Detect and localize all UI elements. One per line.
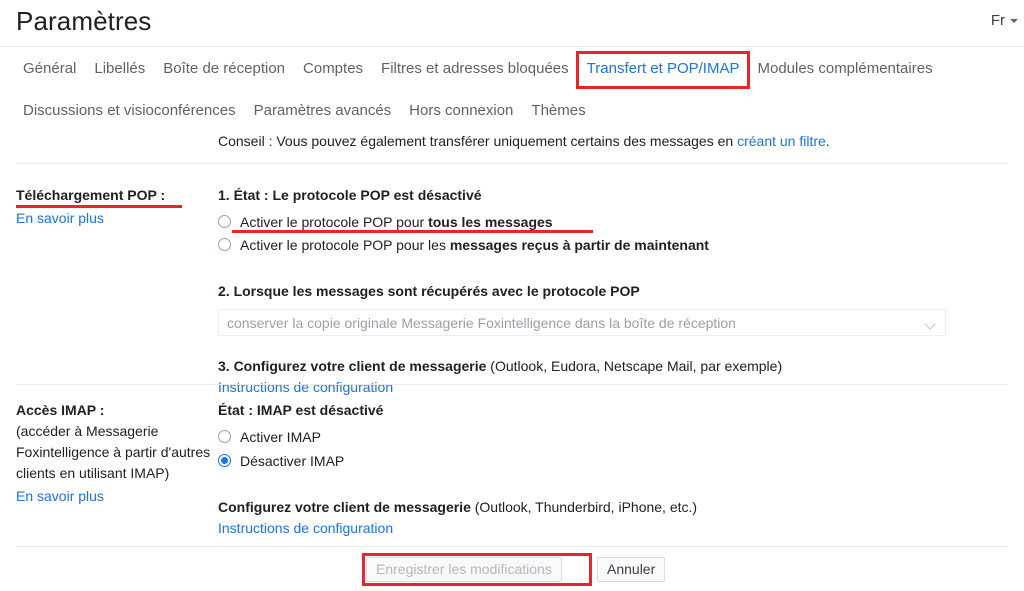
pop-status-line: 1. État : Le protocole POP est désactivé — [218, 185, 1008, 205]
pop-option1-prefix: Activer le protocole POP pour — [240, 213, 429, 230]
pop-step3-link-row: Instructions de configuration — [218, 379, 1008, 395]
imap-section-title: Accès IMAP : — [16, 402, 105, 418]
pop-download-section: Téléchargement POP : En savoir plus 1. É… — [0, 175, 1024, 395]
annotation-underline-pop-title — [16, 205, 182, 208]
chevron-down-icon — [1010, 18, 1018, 23]
pop-option-from-now-radio[interactable] — [218, 238, 231, 251]
tab-boite-de-reception[interactable]: Boîte de réception — [154, 56, 294, 81]
pop-option2-bold: messages reçus à partir de maintenant — [449, 236, 709, 253]
imap-learn-more-link[interactable]: En savoir plus — [16, 488, 104, 504]
pop-option-all-messages-label: Activer le protocole POP pour tous les m… — [240, 214, 553, 230]
pop-option-from-now-label: Activer le protocole POP pour les messag… — [240, 237, 709, 253]
pop-section-label: Téléchargement POP : En savoir plus — [16, 185, 212, 229]
imap-disable-radio[interactable] — [218, 454, 231, 467]
forwarding-tip-row: Conseil : Vous pouvez également transfér… — [0, 131, 1024, 163]
imap-disable-row[interactable]: Désactiver IMAP — [218, 450, 1008, 471]
pop-step2-title: 2. Lorsque les messages sont récupérés a… — [218, 283, 640, 299]
tab-wrap-general: Général — [14, 59, 85, 79]
annotation-box-transfert-tab: Transfert et POP/IMAP — [575, 51, 751, 89]
create-filter-link[interactable]: créant un filtre — [737, 133, 826, 149]
pop-learn-more-link[interactable]: En savoir plus — [16, 210, 104, 226]
pop-options-group: Activer le protocole POP pour tous les m… — [218, 211, 1008, 255]
imap-options-group: Activer IMAP Désactiver IMAP — [218, 426, 1008, 471]
imap-note-line1: (accéder à Messagerie — [16, 423, 159, 439]
imap-note-line3: clients en utilisant IMAP) — [16, 465, 170, 481]
page-title: Paramètres — [16, 6, 152, 36]
pop-step1-status: Le protocole POP est désactivé — [272, 187, 482, 203]
imap-section-label: Accès IMAP : (accéder à Messagerie Foxin… — [16, 400, 212, 507]
tab-wrap-modules: Modules complémentaires — [748, 59, 941, 79]
tab-list-secondary: Discussions et visioconférences Paramètr… — [0, 91, 1024, 131]
pop-configuration-instructions-link[interactable]: Instructions de configuration — [218, 379, 393, 395]
tab-discussions-visioconferences[interactable]: Discussions et visioconférences — [14, 98, 245, 123]
tab-libelles[interactable]: Libellés — [85, 56, 154, 81]
tab-transfert-pop-imap[interactable]: Transfert et POP/IMAP — [578, 56, 749, 81]
tab-filtres-adresses-bloquees[interactable]: Filtres et adresses bloquées — [372, 56, 578, 81]
divider-above-buttons — [16, 546, 1008, 547]
tab-wrap-avances: Paramètres avancés — [245, 101, 401, 121]
imap-configure-link-row: Instructions de configuration — [218, 520, 1008, 536]
settings-page: Paramètres Fr Général Libellés Boîte de … — [0, 0, 1024, 591]
pop-section-title: Téléchargement POP : — [16, 187, 166, 203]
divider-above-imap — [16, 384, 1008, 385]
tip-prefix: Conseil : Vous pouvez également transfér… — [218, 133, 738, 149]
tab-wrap-themes: Thèmes — [522, 101, 594, 121]
tab-wrap-boite-reception: Boîte de réception — [154, 59, 294, 79]
tab-list-primary: Général Libellés Boîte de réception Comp… — [0, 47, 1024, 91]
pop-step3-title: 3. Configurez votre client de messagerie… — [218, 356, 1008, 376]
settings-tabbar-secondary: Discussions et visioconférences Paramètr… — [0, 91, 1024, 131]
tab-modules-complementaires[interactable]: Modules complémentaires — [748, 56, 941, 81]
imap-enable-row[interactable]: Activer IMAP — [218, 426, 1008, 447]
tab-themes[interactable]: Thèmes — [522, 98, 594, 123]
pop-option-all-messages-radio[interactable] — [218, 215, 231, 228]
language-selector[interactable]: Fr — [991, 12, 1018, 29]
tip-suffix: . — [825, 133, 830, 149]
pop-retention-select[interactable]: conserver la copie originale Messagerie … — [218, 309, 946, 336]
tab-wrap-hors-connexion: Hors connexion — [400, 101, 522, 121]
tab-comptes[interactable]: Comptes — [294, 56, 372, 81]
tab-hors-connexion[interactable]: Hors connexion — [400, 98, 522, 123]
imap-configure-title: Configurez votre client de messagerie (O… — [218, 497, 1008, 517]
imap-enable-radio[interactable] — [218, 430, 231, 443]
cancel-button[interactable]: Annuler — [597, 557, 666, 582]
imap-section-body: État : IMAP est désactivé Activer IMAP D… — [218, 400, 1008, 536]
save-changes-button[interactable]: Enregistrer les modifications — [366, 557, 562, 582]
pop-section-body: 1. État : Le protocole POP est désactivé… — [218, 185, 1008, 395]
divider-above-pop — [16, 163, 1008, 164]
pop-option1-bold: tous les messages — [428, 213, 553, 230]
imap-configure-normal: (Outlook, Thunderbird, iPhone, etc.) — [470, 499, 698, 515]
imap-access-section: Accès IMAP : (accéder à Messagerie Foxin… — [0, 394, 1024, 536]
imap-configure-bold: Configurez votre client de messagerie — [218, 499, 471, 515]
page-header: Paramètres Fr — [0, 0, 1024, 46]
settings-tabbar-primary: Général Libellés Boîte de réception Comp… — [0, 46, 1024, 91]
language-label: Fr — [990, 12, 1005, 29]
imap-disable-label: Désactiver IMAP — [240, 452, 345, 469]
forwarding-tip-text: Conseil : Vous pouvez également transfér… — [218, 133, 830, 149]
imap-enable-label: Activer IMAP — [240, 428, 321, 445]
pop-retention-select-value: conserver la copie originale Messagerie … — [227, 314, 736, 331]
tab-wrap-filtres: Filtres et adresses bloquées — [372, 59, 578, 79]
chevron-down-icon — [926, 320, 935, 325]
pop-option2-prefix: Activer le protocole POP pour les — [240, 236, 450, 253]
tab-wrap-discussions: Discussions et visioconférences — [14, 101, 245, 121]
tab-general[interactable]: Général — [14, 56, 85, 81]
pop-step3-normal: (Outlook, Eudora, Netscape Mail, par exe… — [486, 358, 783, 374]
imap-configuration-instructions-link[interactable]: Instructions de configuration — [218, 520, 393, 536]
form-actions: Enregistrer les modifications Annuler — [0, 553, 1024, 591]
tab-parametres-avances[interactable]: Paramètres avancés — [245, 98, 401, 123]
pop-option-from-now-row[interactable]: Activer le protocole POP pour les messag… — [218, 234, 1008, 255]
settings-content: Conseil : Vous pouvez également transfér… — [0, 131, 1024, 591]
pop-step1-prefix: 1. État : — [218, 187, 269, 203]
annotation-underline-pop-option1 — [232, 230, 593, 233]
pop-option-all-messages-row[interactable]: Activer le protocole POP pour tous les m… — [218, 211, 1008, 232]
tab-wrap-libelles: Libellés — [85, 59, 154, 79]
imap-status-line: État : IMAP est désactivé — [218, 402, 384, 418]
pop-step3-bold: 3. Configurez votre client de messagerie — [218, 358, 487, 374]
imap-note-line2: Foxintelligence à partir d'autres — [16, 444, 211, 460]
tab-wrap-comptes: Comptes — [294, 59, 372, 79]
